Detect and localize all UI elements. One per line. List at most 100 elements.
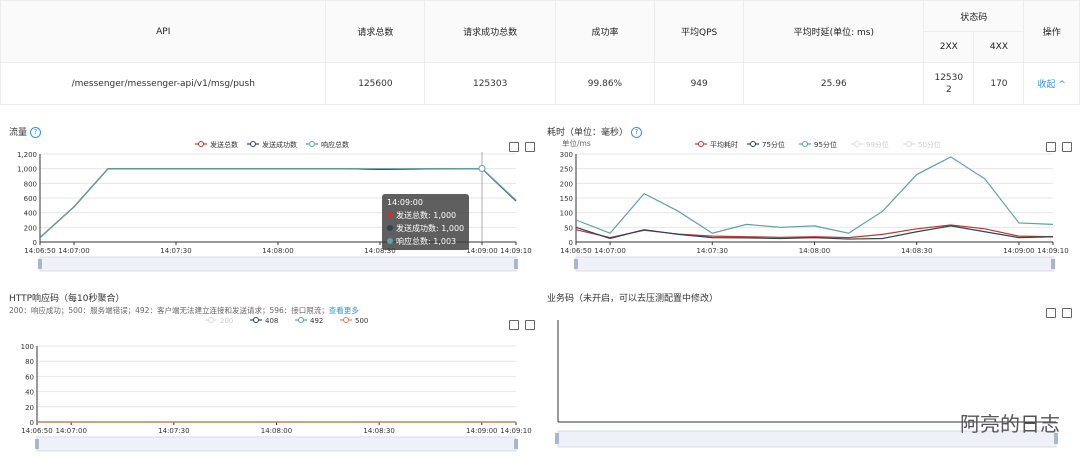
status-4xx-value: 170	[973, 62, 1025, 105]
legend-label: 492	[310, 317, 323, 325]
datazoom-handle-left[interactable]	[574, 259, 578, 269]
table-row: /messenger/messenger-api/v1/msg/push 125…	[0, 62, 1080, 105]
chart-tooltip: 14:09:00 发送总数: 1,000 发送成功数: 1,000 响应总数: …	[382, 194, 470, 250]
y-tick-label: 200	[24, 224, 37, 232]
legend-label: 响应总数	[321, 140, 349, 149]
legend-item[interactable]: 50分位	[903, 140, 941, 149]
x-tick-label: 14:07:00	[58, 247, 89, 255]
http-title: HTTP响应码（每10秒聚合）	[9, 294, 125, 304]
col-2xx: 2XX	[923, 31, 975, 63]
y-tick-label: 20	[25, 404, 34, 412]
datazoom-handle-left[interactable]	[38, 259, 42, 269]
legend-item[interactable]: 408	[250, 317, 278, 325]
y-tick-label: 250	[560, 166, 573, 174]
success-value: 125303	[424, 62, 557, 105]
http-code-chart[interactable]: 0 20 40 60 80 100 14:06:50 14:07:00 14:07:30 14:0…	[0, 310, 540, 460]
col-action: 操作	[1023, 0, 1080, 63]
y-tick-label: 40	[25, 389, 34, 397]
x-tick-label: 14:09:10	[1037, 247, 1068, 255]
datazoom-handle-right[interactable]	[514, 259, 518, 269]
legend-label: 发送总数	[210, 140, 238, 149]
series-dot-icon	[387, 212, 393, 218]
biz-title: 业务码（未开启，可以去压测配置中修改）	[547, 294, 719, 304]
x-tick-label: 14:07:30	[697, 247, 728, 255]
x-tick-label: 14:08:00	[799, 247, 830, 255]
y-tick-label: 60	[25, 373, 34, 381]
collapse-link[interactable]: 收起 ^	[1023, 62, 1080, 105]
legend-item[interactable]: 500	[340, 317, 368, 325]
legend-item[interactable]: 492	[295, 317, 323, 325]
datazoom-handle-right[interactable]	[1051, 259, 1055, 269]
biz-code-chart	[555, 320, 1058, 448]
datazoom-slider[interactable]	[36, 436, 517, 452]
legend-item[interactable]: 响应总数	[306, 140, 349, 149]
datazoom-handle-left[interactable]	[555, 433, 559, 444]
legend-item[interactable]: 平均耗时	[695, 140, 738, 149]
legend-label: 平均耗时	[710, 140, 738, 149]
x-tick-label: 14:09:00	[466, 247, 497, 255]
y-tick-label: 400	[24, 210, 37, 218]
x-tick-label: 14:06:50	[560, 247, 591, 255]
tooltip-item: 发送成功数: 1,000	[387, 222, 464, 235]
hover-point	[478, 164, 486, 172]
x-tick-label: 14:07:00	[594, 247, 625, 255]
legend-item[interactable]: 发送成功数	[247, 140, 297, 149]
col-status: 状态码	[923, 0, 1025, 32]
y-tick-label: 80	[25, 358, 34, 366]
legend-item[interactable]: 95分位	[799, 140, 837, 149]
legend-label: 408	[265, 317, 278, 325]
legend-label: 50分位	[918, 140, 941, 149]
col-rate: 成功率	[555, 0, 655, 63]
tooltip-item: 发送总数: 1,000	[387, 209, 464, 222]
legend-label: 200	[220, 317, 233, 325]
y-tick-label: 100	[21, 343, 34, 351]
x-tick-label: 14:08:30	[901, 247, 932, 255]
col-latency: 平均时延(单位: ms)	[743, 0, 925, 63]
y-tick-label: 0	[569, 239, 573, 247]
api-path: /messenger/messenger-api/v1/msg/push	[0, 62, 327, 105]
col-4xx: 4XX	[973, 31, 1025, 63]
y-tick-label: 1,200	[17, 151, 37, 159]
latency-chart[interactable]: 0 50 100 150 200 250 300 14:06:50 14:07:00 14:07:…	[540, 134, 1080, 284]
y-tick-label: 0	[30, 419, 34, 427]
y-tick-label: 100	[560, 210, 573, 218]
legend-label: 500	[355, 317, 368, 325]
x-tick-label: 14:07:30	[158, 427, 189, 435]
col-api: API	[0, 0, 327, 63]
x-tick-label: 14:08:00	[261, 427, 292, 435]
x-tick-label: 14:09:00	[1003, 247, 1034, 255]
series-dot-icon	[387, 238, 393, 244]
y-tick-label: 300	[560, 151, 573, 159]
legend-label: 99分位	[866, 140, 889, 149]
legend-item[interactable]: 发送总数	[195, 140, 238, 149]
x-tick-label: 14:08:00	[262, 247, 293, 255]
col-success: 请求成功总数	[424, 0, 557, 63]
legend-label: 发送成功数	[262, 140, 297, 149]
y-tick-label: 800	[24, 180, 37, 188]
y-tick-label: 150	[560, 195, 573, 203]
y-tick-label: 0	[33, 239, 37, 247]
x-tick-label: 14:09:00	[466, 427, 497, 435]
total-value: 125600	[325, 62, 426, 105]
y-tick-label: 50	[564, 224, 573, 232]
col-total: 请求总数	[325, 0, 426, 63]
datazoom-handle-left[interactable]	[35, 439, 39, 449]
datazoom-slider[interactable]	[39, 256, 517, 272]
legend-item[interactable]: 200	[205, 317, 233, 325]
tooltip-item: 响应总数: 1,003	[387, 235, 464, 248]
legend-item[interactable]: 99分位	[851, 140, 889, 149]
latency-value: 25.96	[743, 62, 925, 105]
x-tick-label: 14:09:10	[500, 427, 531, 435]
x-tick-label: 14:09:10	[500, 247, 531, 255]
datazoom-slider[interactable]	[575, 256, 1054, 272]
api-summary-table: API 请求总数 请求成功总数 成功率 平均QPS 平均时延(单位: ms) 状…	[0, 0, 1080, 105]
status-2xx-value: 12530 2	[923, 62, 975, 105]
x-tick-label: 14:07:30	[160, 247, 191, 255]
legend-item[interactable]: 75分位	[747, 140, 785, 149]
legend-label: 95分位	[814, 140, 837, 149]
series-dot-icon	[387, 225, 393, 231]
rate-value: 99.86%	[555, 62, 655, 105]
x-tick-label: 14:06:50	[21, 427, 52, 435]
datazoom-handle-right[interactable]	[514, 439, 518, 449]
x-tick-label: 14:06:50	[24, 247, 55, 255]
